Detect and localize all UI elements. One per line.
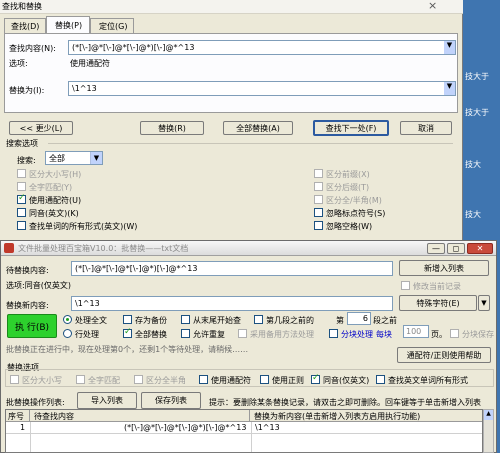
block-process-check[interactable]: 分块处理 (329, 329, 373, 340)
search-label: 搜索: (17, 156, 36, 165)
dialog-title: 查找和替换 (2, 2, 42, 11)
table-header: 序号 待查找内容 替换为新内容(单击新增入列表方启用执行功能) (6, 410, 482, 422)
opt-sounds-like-check[interactable]: 同音(仅英文) (311, 373, 369, 386)
match-case-check[interactable]: 区分大小写(H) (17, 169, 81, 180)
save-backup-check[interactable]: 存为备份 (123, 315, 167, 326)
col-divider (30, 422, 31, 452)
options-label: 选项: (9, 59, 28, 68)
modify-record-check[interactable]: 修改当前记录 (401, 281, 461, 292)
match-suffix-check[interactable]: 区分后缀(T) (314, 182, 369, 193)
paragraph-number-input[interactable]: 6 (347, 312, 371, 325)
paragraph-suffix: 段之前 (373, 316, 397, 325)
tab-goto[interactable]: 定位(G) (90, 18, 134, 33)
special-char-dropdown[interactable]: ▼ (478, 295, 490, 311)
replace-list-table: 序号 待查找内容 替换为新内容(单击新增入列表方启用执行功能) 1 (*[\-]… (5, 409, 483, 453)
less-button[interactable]: << 更少(L) (9, 121, 73, 135)
pending-input[interactable]: (*[\-]@*[\-]@*[\-]@*)[\-]@*^13 (71, 261, 393, 276)
replace-with-input[interactable]: \1^13 (68, 81, 456, 96)
row-replace-value: \1^13 (255, 423, 280, 432)
app-icon (4, 243, 14, 253)
sounds-like-check[interactable]: 同音(英文)(K) (17, 208, 79, 219)
new-content-label: 替换新内容: (6, 301, 49, 310)
tool-titlebar: 文件批量处理百宝箱V10.0：批替换——txt文档 — ◻ ✕ (1, 241, 496, 256)
replace-with-dropdown[interactable]: ▼ (444, 82, 455, 95)
replace-button[interactable]: 替换(R) (140, 121, 204, 135)
ignore-punct-check[interactable]: 忽略标点符号(S) (314, 208, 385, 219)
tool-title: 文件批量处理百宝箱V10.0：批替换——txt文档 (18, 244, 189, 253)
table-scrollbar[interactable]: ▲ (483, 409, 494, 453)
execute-button[interactable]: 执 行(B) (7, 314, 57, 338)
col-find-header[interactable]: 待查找内容 (32, 410, 250, 421)
col-index-header[interactable]: 序号 (8, 410, 30, 421)
ignore-space-check[interactable]: 忽略空格(W) (314, 221, 372, 232)
dialog-titlebar: 查找和替换 × (0, 0, 463, 14)
search-select[interactable]: 全部 ▼ (45, 151, 103, 165)
full-text-radio[interactable]: 处理全文 (63, 315, 107, 326)
whole-word-check[interactable]: 全字匹配(Y) (17, 182, 72, 193)
add-to-list-button[interactable]: 新增入列表 (399, 260, 489, 276)
line-process-radio[interactable]: 行处理 (63, 329, 99, 340)
before-paragraph-check[interactable]: 第几段之前的 (254, 315, 314, 326)
import-list-button[interactable]: 导入列表 (77, 392, 137, 409)
col-divider (251, 422, 252, 452)
chevron-down-icon: ▼ (90, 152, 102, 164)
option-text: 选项:同音(仅英文) (6, 281, 71, 290)
find-what-dropdown[interactable]: ▼ (444, 41, 455, 54)
replace-with-label: 替换为(I): (9, 86, 45, 95)
find-next-button[interactable]: 查找下一处(F) (313, 120, 389, 136)
col-replace-header[interactable]: 替换为新内容(单击新增入列表方启用执行功能) (252, 410, 420, 422)
search-options-label: 搜索选项 (6, 139, 38, 148)
opt-word-forms-check[interactable]: 查找英文单词所有形式 (376, 375, 468, 386)
hint-text: 提示：要删除某条替换记录，请双击之即可删除。回车键等于单击新增入列表 (209, 398, 481, 407)
batch-tool-window: 文件批量处理百宝箱V10.0：批替换——txt文档 — ◻ ✕ 待替换内容: (… (0, 240, 497, 453)
pages-per-block-input[interactable]: 100 (403, 325, 429, 338)
all-word-forms-check[interactable]: 查找单词的所有形式(英文)(W) (17, 221, 137, 232)
opt-regex-check[interactable]: 使用正则 (260, 375, 304, 386)
close-icon[interactable]: ✕ (467, 243, 493, 254)
paragraph-prefix: 第 (336, 316, 344, 325)
opt-whole-word-check[interactable]: 全字匹配 (76, 375, 120, 386)
allow-repeat-check[interactable]: 允许重复 (181, 329, 225, 340)
replace-all-check[interactable]: 全部替换 (123, 327, 167, 340)
save-list-button[interactable]: 保存列表 (141, 392, 201, 409)
scroll-up-icon[interactable]: ▲ (484, 410, 493, 420)
opt-match-case-check[interactable]: 区分大小写 (10, 375, 62, 386)
pending-label: 待替换内容: (6, 266, 49, 275)
tab-find[interactable]: 查找(D) (4, 18, 46, 33)
wildcards-check[interactable]: 使用通配符(U) (17, 193, 81, 206)
opt-width-check[interactable]: 区分全半角 (134, 375, 186, 386)
options-value: 使用通配符 (70, 59, 110, 68)
maximize-icon[interactable]: ◻ (447, 243, 465, 254)
match-width-check[interactable]: 区分全/半角(M) (314, 195, 382, 206)
regex-help-button[interactable]: 通配符/正则使用帮助 (397, 347, 491, 363)
search-options-divider (48, 143, 453, 144)
opt-wildcards-check[interactable]: 使用通配符 (199, 375, 251, 386)
special-char-button[interactable]: 特殊字符(E) (399, 295, 477, 311)
alt-method-check[interactable]: 采用备用方法处理 (238, 329, 314, 340)
minimize-icon[interactable]: — (427, 243, 445, 254)
find-what-label: 查找内容(N): (9, 44, 56, 53)
cancel-button[interactable]: 取消 (400, 121, 452, 135)
find-replace-dialog: 查找和替换 × 查找(D) 替换(P) 定位(G) 查找内容(N): (*[\-… (0, 0, 463, 278)
row-find-value: (*[\-]@*[\-]@*[\-]@*)[\-]@*^13 (124, 423, 247, 432)
pages-unit: 页。 (431, 330, 447, 339)
from-end-check[interactable]: 从末尾开始查 (181, 315, 241, 326)
find-what-input[interactable]: (*[\-]@*[\-]@*[\-]@*)[\-]@*^13 (68, 40, 456, 55)
match-prefix-check[interactable]: 区分前缀(X) (314, 169, 370, 180)
status-text: 批替换正在进行中，现在处理第0个，还剩1个等待处理，请稍候…… (6, 345, 249, 354)
close-icon[interactable]: × (428, 0, 437, 12)
new-content-input[interactable]: \1^13 (71, 296, 393, 311)
list-label: 批替换操作列表: (6, 398, 65, 407)
table-row[interactable]: 1 (*[\-]@*[\-]@*[\-]@*)[\-]@*^13 \1^13 (6, 422, 482, 434)
block-save-check[interactable]: 分块保存 (450, 329, 494, 340)
replace-all-button[interactable]: 全部替换(A) (223, 121, 293, 135)
row-index: 1 (20, 423, 26, 432)
per-block-label: 每块 (376, 330, 392, 339)
tab-replace[interactable]: 替换(P) (46, 16, 90, 34)
